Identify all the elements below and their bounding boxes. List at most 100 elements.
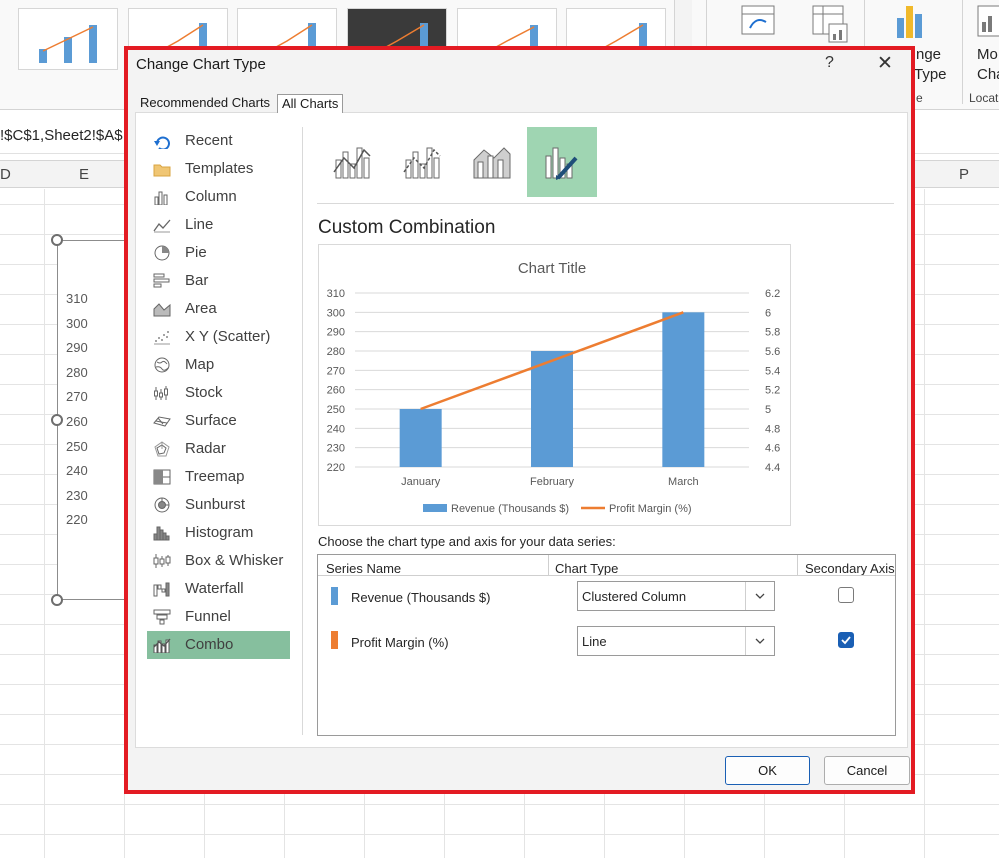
select-data-icon[interactable] [811, 4, 851, 47]
scatter-chart-icon [154, 331, 170, 345]
subtype-clustered-column-line-secondary[interactable] [387, 127, 457, 197]
chart-type-item-box-whisker[interactable]: Box & Whisker [147, 547, 290, 575]
list-divider [302, 127, 303, 735]
folder-icon [153, 164, 171, 177]
move-chart-label[interactable]: Cha [977, 66, 999, 83]
secondary-axis-tick-label: 5.2 [765, 385, 780, 397]
series-color-swatch [331, 587, 338, 605]
chart-style-thumbnail[interactable] [18, 8, 118, 70]
switch-row-column-icon[interactable] [740, 4, 776, 41]
column-header-e[interactable]: E [79, 166, 89, 183]
chart-type-item-column[interactable]: Column [147, 183, 290, 211]
y-axis-tick-label: 230 [327, 443, 345, 455]
checkmark-icon [841, 636, 851, 645]
series-table: Series Name Chart Type Secondary Axis Re… [317, 554, 896, 736]
bar-chart-icon [153, 273, 170, 288]
secondary-axis-tick-label: 5 [765, 404, 771, 416]
chart-type-item-map[interactable]: Map [147, 351, 290, 379]
chart-type-item-pie[interactable]: Pie [147, 239, 290, 267]
y-axis-tick-label: 250 [327, 404, 345, 416]
change-chart-type-label[interactable]: nge [916, 46, 941, 63]
chart-type-select-revenue[interactable]: Clustered Column [577, 581, 775, 611]
chart-type-item-recent[interactable]: Recent [147, 127, 290, 155]
legend-entry: Profit Margin (%) [609, 503, 692, 515]
choose-series-label: Choose the chart type and axis for your … [318, 534, 616, 549]
formula-bar-text[interactable]: !$C$1,Sheet2!$A$ [0, 127, 123, 144]
chevron-down-icon[interactable] [753, 634, 767, 648]
chart-title: Chart Title [518, 260, 586, 277]
y-axis-tick-label: 310 [327, 288, 345, 300]
chart-type-label: Line [185, 216, 214, 233]
embedded-chart-tick: 270 [66, 389, 88, 405]
funnel-chart-icon [153, 609, 171, 625]
chart-type-item-stock[interactable]: Stock [147, 379, 290, 407]
chart-preview: Chart Title 310 300 290 280 270 260 250 240 230 22… [318, 244, 791, 526]
y-axis-tick-label: 270 [327, 365, 345, 377]
chart-type-select-profit-margin[interactable]: Line [577, 626, 775, 656]
chart-type-item-funnel[interactable]: Funnel [147, 603, 290, 631]
chart-type-label: Recent [185, 132, 233, 149]
chart-type-item-surface[interactable]: Surface [147, 407, 290, 435]
resize-handle[interactable] [51, 234, 63, 246]
tab-all-charts[interactable]: All Charts [277, 94, 344, 113]
secondary-axis-tick-label: 4.6 [765, 443, 780, 455]
subtype-custom-combination[interactable] [527, 127, 597, 197]
waterfall-chart-icon [153, 582, 170, 597]
chart-type-label: Funnel [185, 608, 231, 625]
secondary-axis-tick-label: 5.4 [765, 365, 780, 377]
secondary-axis-tick-label: 6.2 [765, 288, 780, 300]
chart-type-label: Combo [185, 636, 234, 653]
resize-handle[interactable] [51, 414, 63, 426]
chevron-down-icon[interactable] [753, 589, 767, 603]
y-axis-tick-label: 220 [327, 462, 345, 474]
move-chart-label[interactable]: Mo [977, 46, 998, 63]
move-chart-icon[interactable] [976, 4, 999, 41]
header-line [318, 575, 895, 576]
column-header-d[interactable]: D [0, 166, 11, 183]
chart-type-list: Recent Templates Column Line Pie Bar Area X Y (… [147, 127, 290, 737]
column-header-p[interactable]: P [959, 166, 969, 183]
secondary-axis-tick-label: 4.4 [765, 462, 780, 474]
resize-handle[interactable] [51, 594, 63, 606]
ok-button[interactable]: OK [725, 756, 810, 785]
secondary-axis-tick-label: 4.8 [765, 423, 780, 435]
line-chart-icon [153, 219, 171, 233]
chart-type-item-line[interactable]: Line [147, 211, 290, 239]
chart-type-label: Area [185, 300, 217, 317]
subtype-clustered-column-line[interactable] [317, 127, 387, 197]
close-button[interactable]: ✕ [877, 52, 893, 75]
header-separator [797, 555, 798, 575]
bar-revenue [531, 351, 573, 467]
chart-type-label: Waterfall [185, 580, 244, 597]
recent-icon [154, 136, 170, 149]
chart-type-item-treemap[interactable]: Treemap [147, 463, 290, 491]
box-whisker-chart-icon [153, 554, 171, 568]
cancel-button[interactable]: Cancel [824, 756, 910, 785]
tab-recommended-charts[interactable]: Recommended Charts [136, 94, 274, 113]
y-axis-tick-label: 280 [327, 346, 345, 358]
chart-type-item-histogram[interactable]: Histogram [147, 519, 290, 547]
bar-revenue [399, 409, 442, 467]
chart-type-item-templates[interactable]: Templates [147, 155, 290, 183]
help-button[interactable]: ? [825, 54, 834, 72]
secondary-axis-checkbox-profit-margin[interactable] [838, 632, 854, 648]
chart-type-item-combo[interactable]: Combo [147, 631, 290, 659]
area-chart-icon [153, 303, 171, 317]
chart-type-item-sunburst[interactable]: Sunburst [147, 491, 290, 519]
subtype-title: Custom Combination [318, 217, 496, 238]
chart-type-label: Histogram [185, 524, 254, 541]
subtype-stacked-area-column[interactable] [457, 127, 527, 197]
subtype-divider [317, 203, 894, 204]
chart-type-item-x-y-scatter[interactable]: X Y (Scatter) [147, 323, 290, 351]
y-axis-tick-label: 260 [327, 385, 345, 397]
chart-type-item-bar[interactable]: Bar [147, 267, 290, 295]
secondary-axis-checkbox-revenue[interactable] [838, 587, 854, 603]
embedded-chart-tick: 280 [66, 364, 88, 380]
change-chart-type-label[interactable]: Type [914, 66, 947, 83]
chart-type-item-area[interactable]: Area [147, 295, 290, 323]
embedded-chart-tick: 300 [66, 315, 88, 331]
change-chart-type-icon[interactable] [895, 4, 925, 41]
y-axis-tick-label: 290 [327, 327, 345, 339]
chart-type-item-radar[interactable]: Radar [147, 435, 290, 463]
chart-type-item-waterfall[interactable]: Waterfall [147, 575, 290, 603]
